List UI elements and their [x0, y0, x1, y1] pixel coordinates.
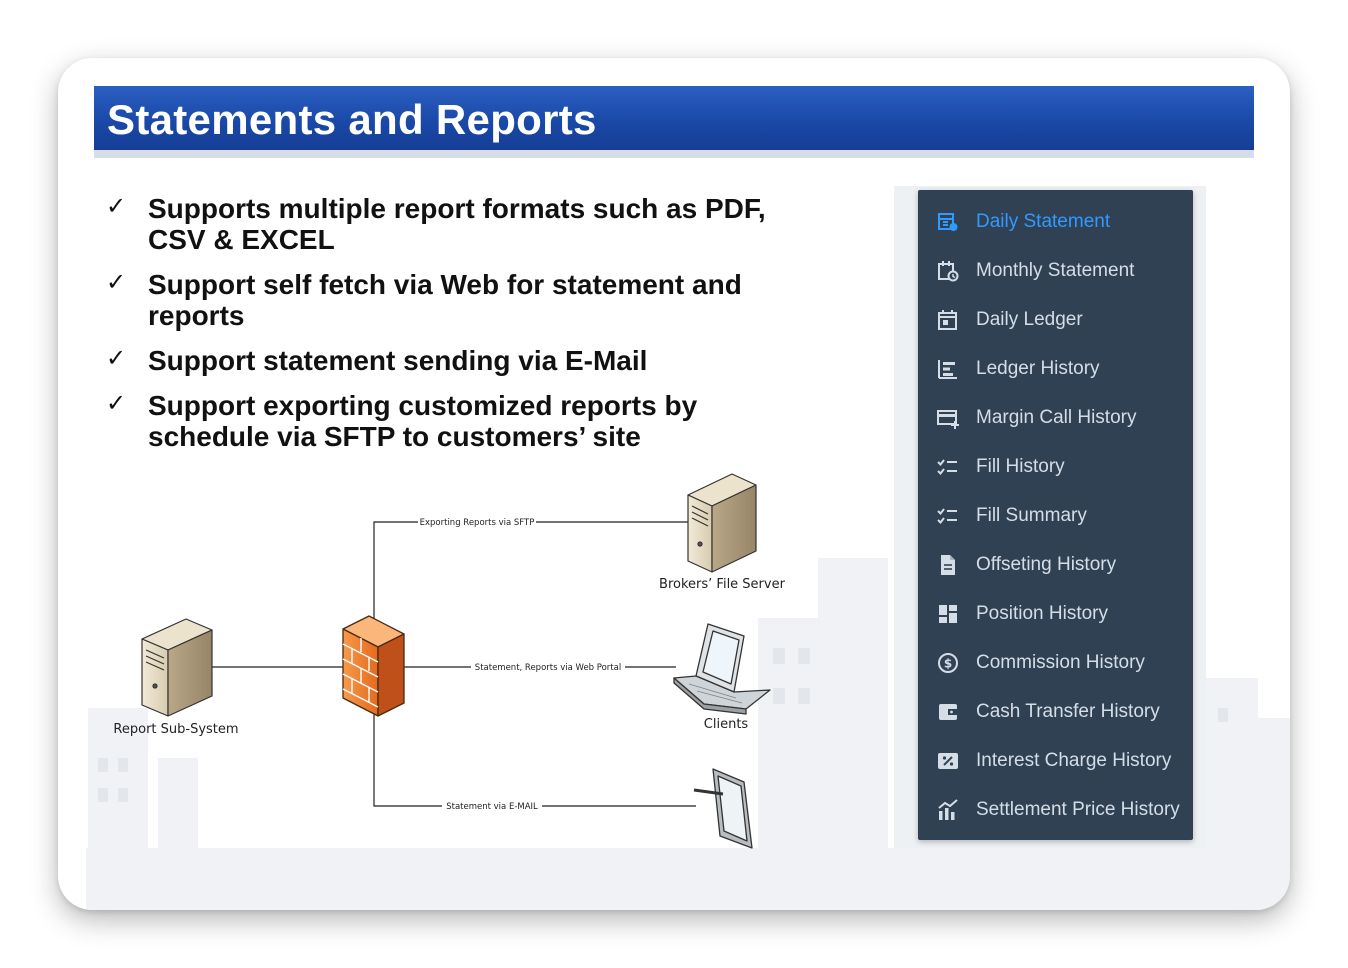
menu-item-settlement-price-history[interactable]: Settlement Price History	[918, 786, 1193, 835]
document-icon	[941, 555, 955, 575]
edge-label-sftp: Exporting Reports via SFTP	[420, 518, 535, 528]
menu-item-label: Daily Ledger	[976, 309, 1083, 330]
report-menu-panel: Daily Statement Monthly Statement Daily …	[894, 186, 1206, 848]
brokers-file-server-icon	[687, 473, 757, 573]
svg-text:$: $	[944, 657, 952, 671]
monthly-statement-icon	[938, 261, 959, 282]
wallet-icon	[939, 704, 958, 720]
check-icon: ✓	[106, 192, 127, 220]
menu-item-label: Fill History	[976, 456, 1065, 477]
menu-item-daily-ledger[interactable]: Daily Ledger	[918, 296, 1193, 345]
feature-list: ✓ Supports multiple report formats such …	[106, 192, 826, 466]
checklist-icon	[937, 459, 957, 476]
menu-item-offseting-history[interactable]: Offseting History	[918, 541, 1193, 590]
menu-item-label: Position History	[976, 603, 1108, 624]
feature-item: ✓ Support exporting customized reports b…	[106, 389, 826, 452]
menu-item-margin-call-history[interactable]: Margin Call History	[918, 394, 1193, 443]
checklist-icon	[937, 508, 957, 525]
menu-item-label: Cash Transfer History	[976, 701, 1160, 722]
slide-card: Statements and Reports ✓ Supports multip…	[58, 58, 1290, 910]
check-icon: ✓	[106, 389, 127, 417]
menu-item-label: Monthly Statement	[976, 260, 1135, 281]
bar-chart-icon	[938, 799, 958, 820]
feature-text-line: Support statement sending via E-Mail	[148, 345, 648, 376]
menu-item-ledger-history[interactable]: Ledger History	[918, 345, 1193, 394]
menu-item-label: Fill Summary	[976, 505, 1087, 526]
menu-item-fill-summary[interactable]: Fill Summary	[918, 492, 1193, 541]
menu-item-label: Settlement Price History	[976, 799, 1180, 820]
menu-item-commission-history[interactable]: $ Commission History	[918, 639, 1193, 688]
daily-statement-icon	[938, 213, 958, 231]
menu-item-monthly-statement[interactable]: Monthly Statement	[918, 247, 1193, 296]
card-plus-icon	[937, 410, 959, 429]
report-subsystem-server-icon	[141, 618, 213, 717]
menu-item-label: Commission History	[976, 652, 1145, 673]
menu-item-position-history[interactable]: Position History	[918, 590, 1193, 639]
menu-item-daily-statement[interactable]: Daily Statement	[918, 198, 1193, 247]
node-label-report-subsystem: Report Sub-System	[113, 722, 238, 737]
feature-text-line: Support self fetch via Web for statement…	[148, 269, 742, 300]
feature-text-line: reports	[148, 300, 245, 331]
menu-item-label: Offseting History	[976, 554, 1117, 575]
check-icon: ✓	[106, 344, 127, 372]
feature-text-line: Support exporting customized reports by	[148, 390, 698, 421]
page-title: Statements and Reports	[107, 96, 597, 143]
edge-label-email-group: Statement via E-MAIL	[442, 800, 542, 812]
dollar-circle-icon: $	[938, 653, 958, 673]
menu-item-label: Daily Statement	[976, 211, 1111, 232]
node-label-clients: Clients	[704, 717, 749, 732]
menu-item-label: Margin Call History	[976, 407, 1137, 428]
percent-icon	[938, 753, 958, 769]
menu-item-interest-charge-history[interactable]: Interest Charge History	[918, 737, 1193, 786]
edge-line-sftp	[373, 521, 688, 636]
edge-line-email	[373, 709, 696, 807]
edge-label-web-portal: Statement, Reports via Web Portal	[475, 663, 621, 673]
menu-item-cash-transfer-history[interactable]: Cash Transfer History	[918, 688, 1193, 737]
edge-label-web-group: Statement, Reports via Web Portal	[471, 661, 625, 673]
calendar-icon	[938, 310, 957, 330]
tablet-icon	[693, 768, 753, 849]
feature-text-line: CSV & EXCEL	[148, 224, 335, 255]
check-icon: ✓	[106, 268, 127, 296]
edge-label-email: Statement via E-MAIL	[446, 802, 538, 812]
menu-item-label: Interest Charge History	[976, 750, 1172, 771]
title-bar: Statements and Reports	[94, 86, 1254, 158]
feature-text-line: schedule via SFTP to customers’ site	[148, 421, 641, 452]
menu-item-label: Ledger History	[976, 358, 1100, 379]
laptop-icon	[673, 623, 771, 715]
report-flow-diagram: Exporting Reports via SFTP Statement, Re…	[113, 473, 786, 849]
dashboard-icon	[939, 605, 957, 623]
feature-text-line: Supports multiple report formats such as…	[148, 193, 766, 224]
report-menu: Daily Statement Monthly Statement Daily …	[918, 190, 1193, 840]
node-label-brokers-file-server: Brokers’ File Server	[659, 577, 786, 592]
menu-item-fill-history[interactable]: Fill History	[918, 443, 1193, 492]
feature-item: ✓ Supports multiple report formats such …	[106, 192, 826, 255]
feature-item: ✓ Support self fetch via Web for stateme…	[106, 268, 826, 331]
firewall-icon	[342, 615, 405, 717]
feature-item: ✓ Support statement sending via E-Mail	[106, 344, 826, 376]
edge-label-sftp-group: Exporting Reports via SFTP	[418, 516, 536, 528]
ledger-history-icon	[938, 360, 957, 379]
